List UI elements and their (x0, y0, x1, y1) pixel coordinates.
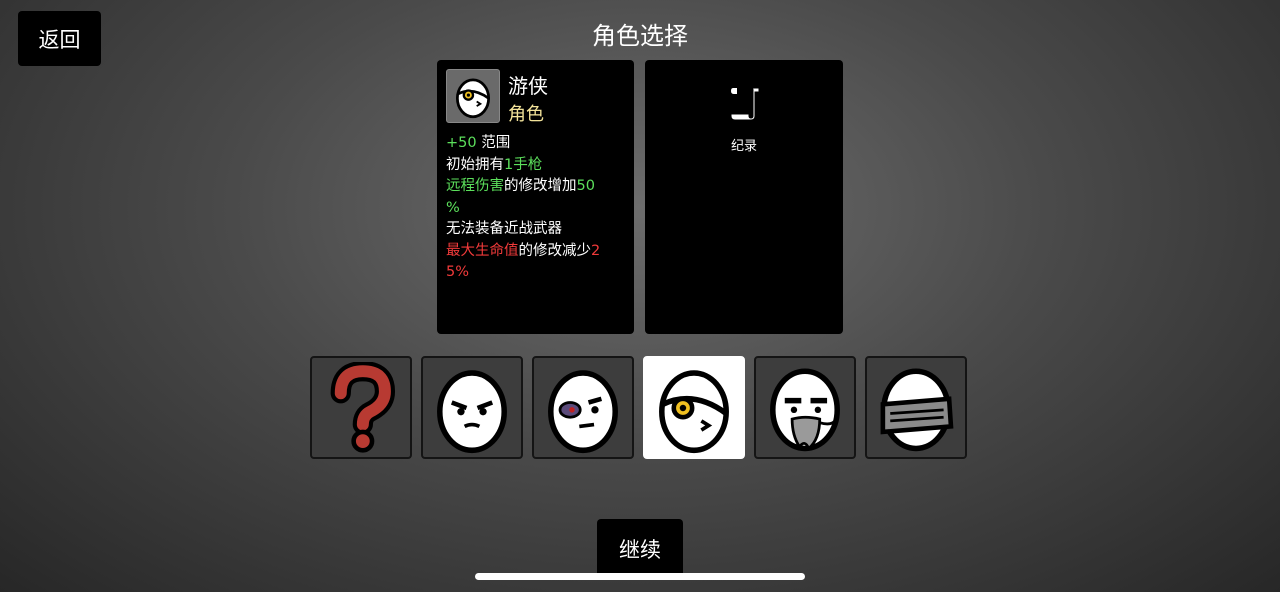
egg-eyepatch-icon (446, 69, 500, 123)
egg-grumpy-icon (437, 369, 507, 453)
stat-text: 范围 (476, 135, 511, 151)
stat-text: 5% (446, 264, 470, 280)
continue-button[interactable]: 继续 (597, 519, 683, 579)
stat-line: 最大生命值的修改减少2 (446, 241, 628, 263)
egg-bruised-icon (548, 369, 618, 453)
stat-text: 的修改减少 (518, 242, 592, 259)
stat-line: % (446, 198, 628, 220)
character-slot-random[interactable] (310, 356, 412, 459)
character-slot-bruised[interactable] (532, 356, 634, 459)
character-slot-grumpy[interactable] (421, 356, 523, 459)
stat-text: 远程伤害 (446, 178, 504, 194)
character-slot-elder[interactable] (754, 356, 856, 459)
stat-line: 5% (446, 262, 628, 284)
page-title: 角色选择 (592, 22, 688, 50)
stat-line: 初始拥有1手枪 (446, 155, 628, 177)
home-indicator[interactable] (475, 573, 805, 580)
character-slot-ranger[interactable] (643, 356, 745, 459)
stat-text: % (446, 199, 460, 216)
stat-text: 50 (576, 178, 595, 194)
stat-text: 最大生命值 (446, 242, 519, 259)
records-label: 纪录 (730, 139, 757, 154)
stat-text: 的修改增加 (504, 178, 577, 194)
scroll-icon (730, 87, 760, 121)
character-info-panel: 游侠 角色 +50 范围 初始拥有1手枪 远程伤害的修改增加50% 无法装备近战武器最… (437, 60, 634, 334)
stat-text: 2 (591, 242, 601, 259)
stat-text: +50 (446, 135, 477, 151)
egg-bearded-icon (770, 367, 840, 451)
stat-line: 无法装备近战武器 (446, 219, 628, 241)
stat-text: 无法装备近战武器 (446, 221, 562, 237)
stat-text: 初始拥有 (446, 156, 504, 173)
question-mark-icon (330, 361, 396, 453)
stat-text: 1手枪 (504, 156, 543, 173)
egg-visor-helmet-icon (880, 367, 954, 451)
character-slot-knight[interactable] (865, 356, 967, 459)
character-stats: +50 范围 初始拥有1手枪 远程伤害的修改增加50% 无法装备近战武器 最大生命值的修… (446, 133, 628, 284)
egg-eyepatch-icon (659, 369, 729, 453)
records-panel[interactable]: 纪录 (645, 60, 843, 334)
stat-line: 远程伤害的修改增加50 (446, 176, 628, 198)
stat-line: +50 范围 (446, 133, 628, 155)
character-name: 游侠 (508, 74, 548, 98)
character-type: 角色 (508, 104, 544, 125)
